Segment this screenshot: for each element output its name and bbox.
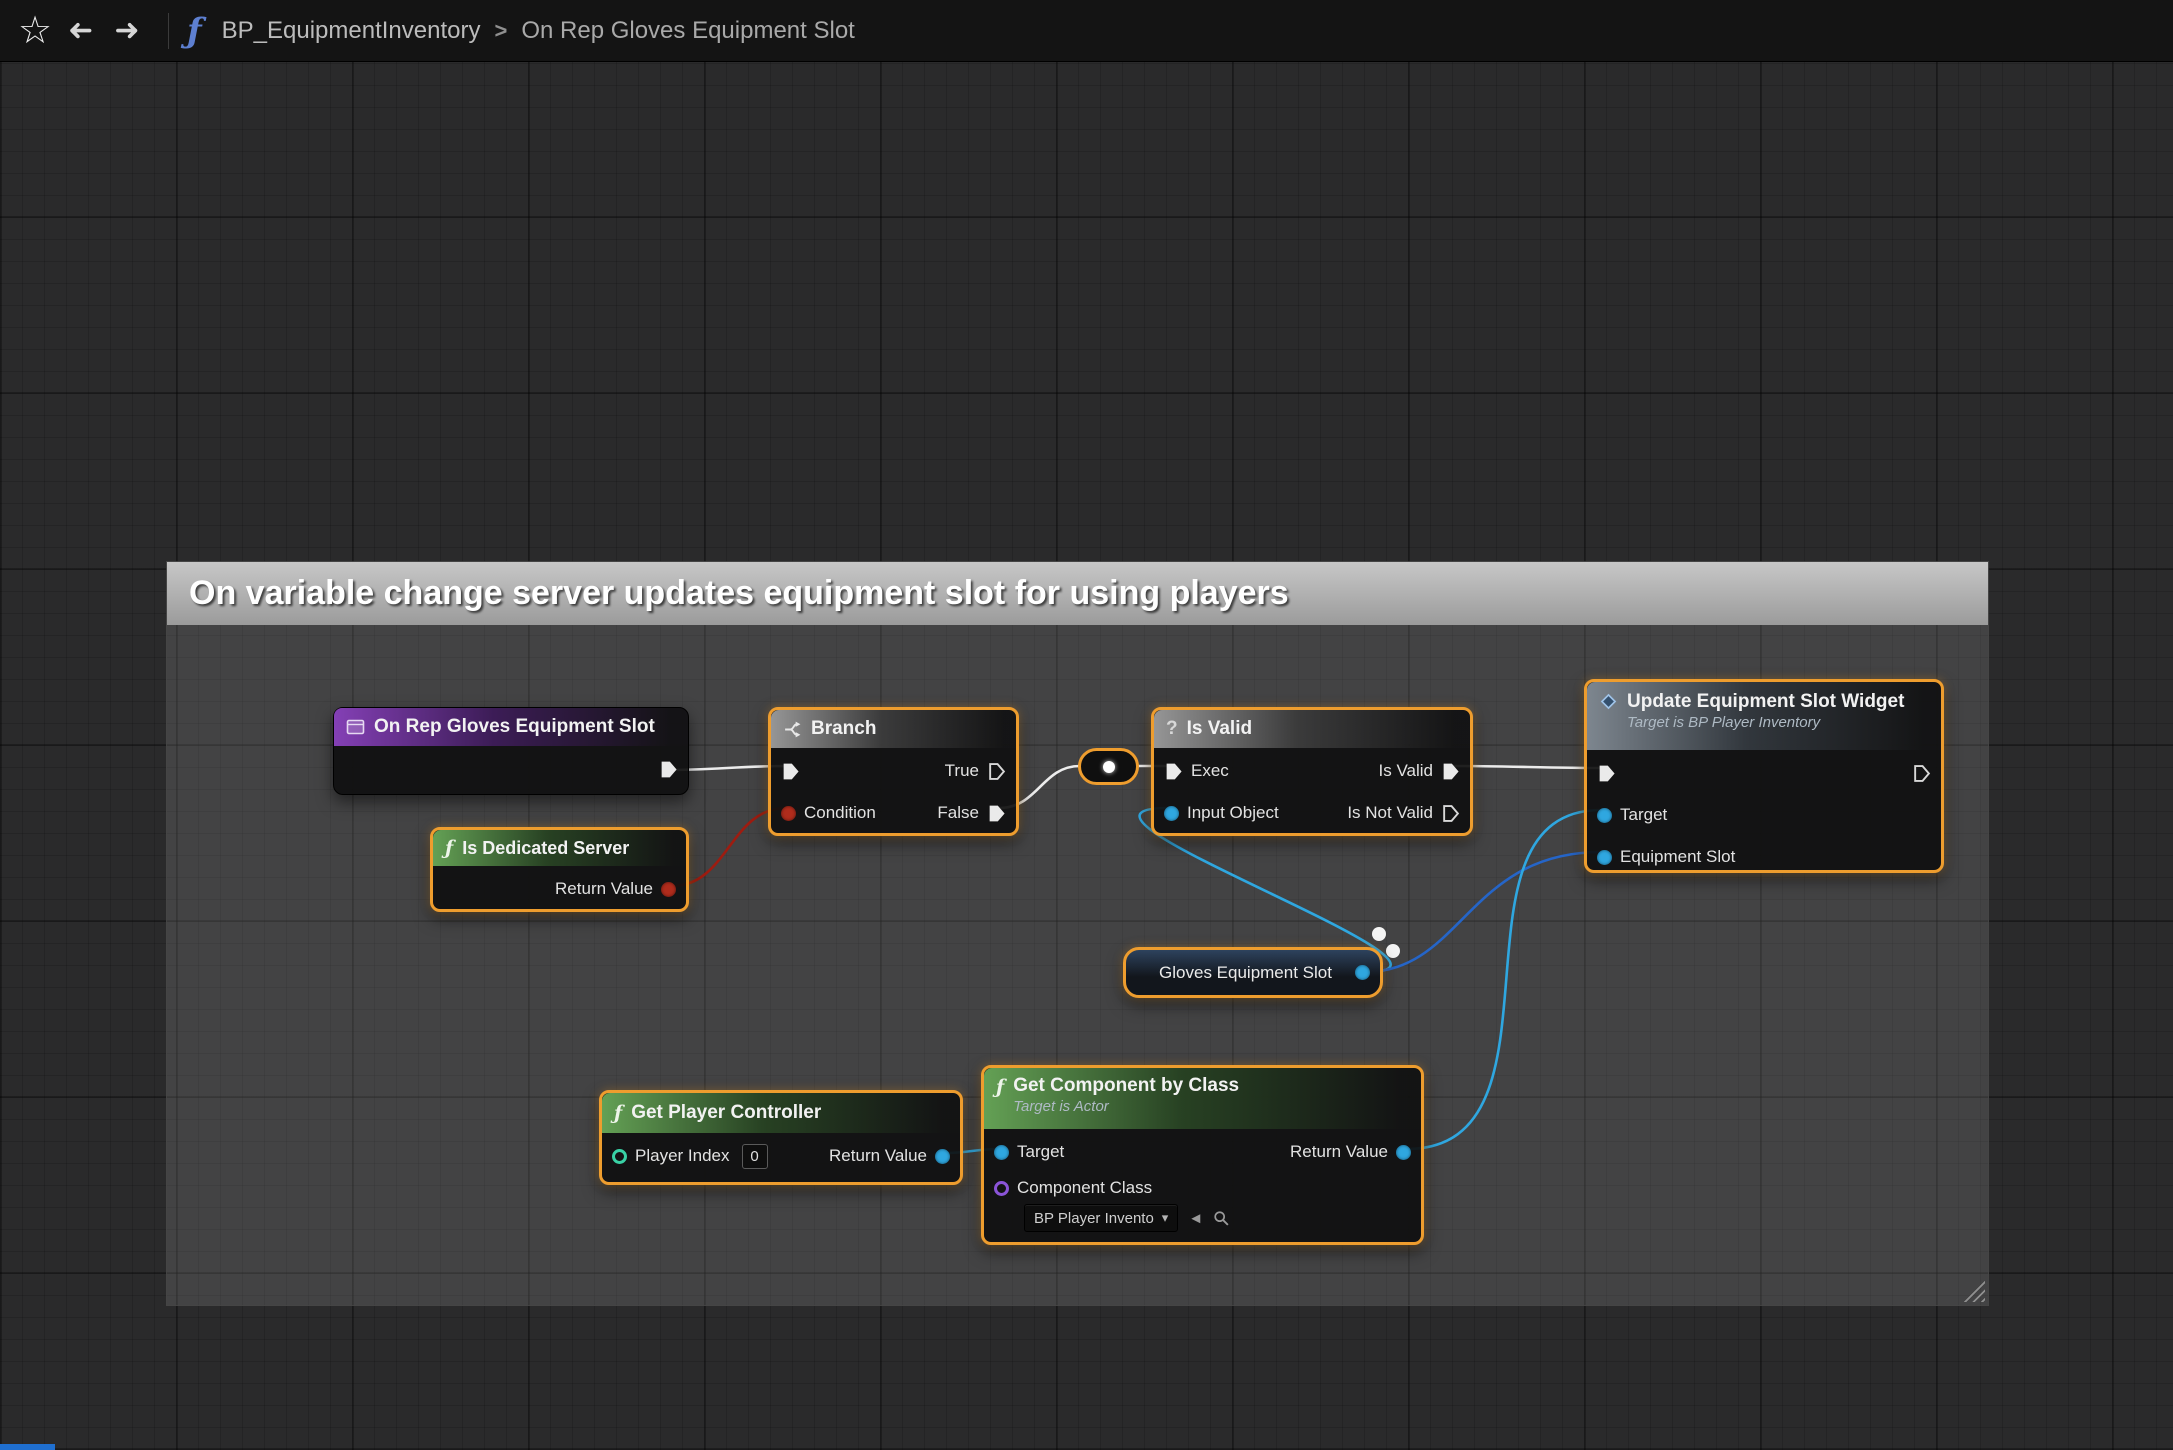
pin-label-false: False — [937, 803, 979, 823]
exec-in-pin[interactable] — [1597, 764, 1616, 783]
node-update-equipment-slot-widget[interactable]: Update Equipment Slot Widget Target is B… — [1584, 679, 1944, 873]
object-return-pin[interactable] — [1396, 1145, 1411, 1160]
toolbar: ☆ ➜ ➜ ƒ BP_EquipmentInventory > On Rep G… — [0, 0, 2173, 62]
node-title: Branch — [811, 718, 876, 740]
reroute-node[interactable] — [1078, 748, 1139, 785]
node-is-valid[interactable]: ? Is Valid Exec Is Valid — [1151, 707, 1473, 836]
component-class-value: BP Player Invento — [1034, 1210, 1154, 1227]
node-header: Update Equipment Slot Widget Target is B… — [1587, 682, 1941, 750]
node-title: Update Equipment Slot Widget — [1627, 690, 1904, 714]
chevron-down-icon: ▾ — [1162, 1210, 1169, 1226]
node-is-dedicated-server[interactable]: ƒ Is Dedicated Server Return Value — [430, 827, 689, 912]
pin-label-return-value: Return Value — [1290, 1142, 1388, 1162]
function-icon: ƒ — [996, 1076, 1004, 1098]
node-title: Get Component by Class — [1013, 1074, 1239, 1098]
node-header: ƒ Get Component by Class Target is Actor — [984, 1068, 1421, 1129]
reroute-pin[interactable] — [1103, 761, 1115, 773]
branch-icon — [783, 720, 802, 739]
node-title: Is Dedicated Server — [462, 838, 629, 859]
object-equipment-slot-pin[interactable] — [1597, 850, 1612, 865]
pin-label-condition: Condition — [804, 803, 876, 823]
pin-label-is-valid: Is Valid — [1379, 761, 1434, 781]
back-button[interactable]: ➜ — [58, 8, 104, 54]
node-header: Branch — [771, 710, 1016, 748]
exec-in-pin[interactable] — [1164, 762, 1183, 781]
favorite-button[interactable]: ☆ — [12, 8, 58, 54]
breadcrumb: BP_EquipmentInventory > On Rep Gloves Eq… — [222, 17, 855, 45]
pin-label-component-class: Component Class — [1017, 1178, 1152, 1198]
breadcrumb-chevron-icon: > — [494, 18, 507, 44]
node-subtitle: Target is BP Player Inventory — [1627, 714, 1904, 733]
class-component-class-pin[interactable] — [994, 1181, 1009, 1196]
event-icon — [346, 719, 365, 735]
pin-label-return-value: Return Value — [555, 879, 653, 899]
node-get-component-by-class[interactable]: ƒ Get Component by Class Target is Actor… — [981, 1065, 1424, 1245]
blueprint-editor-window: On variable change server updates equipm… — [0, 0, 2173, 1450]
node-title: Get Player Controller — [631, 1102, 821, 1124]
pin-label-exec: Exec — [1191, 761, 1229, 781]
int-player-index-pin[interactable] — [612, 1149, 627, 1164]
object-return-pin[interactable] — [935, 1149, 950, 1164]
node-branch[interactable]: Branch True Condition — [768, 707, 1019, 836]
node-header: On Rep Gloves Equipment Slot — [334, 708, 688, 746]
function-graph-icon: ƒ — [187, 14, 202, 48]
star-icon: ☆ — [18, 12, 52, 50]
player-index-input[interactable]: 0 — [742, 1144, 768, 1169]
comment-resize-handle[interactable] — [1963, 1280, 1985, 1302]
bool-return-pin[interactable] — [661, 882, 676, 897]
bottom-notification-bar — [0, 1444, 55, 1450]
node-get-player-controller[interactable]: ƒ Get Player Controller Player Index 0 R… — [599, 1090, 963, 1185]
toolbar-divider — [168, 13, 169, 49]
comment-title: On variable change server updates equipm… — [189, 574, 1289, 613]
node-header: ƒ Get Player Controller — [602, 1093, 960, 1133]
pin-label-true: True — [945, 761, 979, 781]
exec-isvalid-pin[interactable] — [1441, 762, 1460, 781]
comment-header[interactable]: On variable change server updates equipm… — [167, 562, 1988, 625]
component-class-dropdown[interactable]: BP Player Invento ▾ — [1024, 1204, 1178, 1232]
object-output-pin[interactable] — [1355, 965, 1370, 980]
pin-label-equipment-slot: Equipment Slot — [1620, 847, 1735, 867]
pin-label-target: Target — [1620, 805, 1667, 825]
exec-false-pin[interactable] — [987, 804, 1006, 823]
node-on-rep-gloves-equipment-slot[interactable]: On Rep Gloves Equipment Slot — [333, 707, 689, 795]
node-header: ? Is Valid — [1154, 710, 1470, 748]
bool-condition-pin[interactable] — [781, 806, 796, 821]
pin-label-target: Target — [1017, 1142, 1064, 1162]
pin-label-return-value: Return Value — [829, 1146, 927, 1166]
browse-asset-icon[interactable] — [1213, 1210, 1230, 1227]
exec-isnotvalid-pin[interactable] — [1441, 804, 1460, 823]
node-gloves-equipment-slot-getter[interactable]: Gloves Equipment Slot — [1123, 947, 1383, 998]
object-target-pin[interactable] — [994, 1145, 1009, 1160]
exec-true-pin[interactable] — [987, 762, 1006, 781]
object-input-pin[interactable] — [1164, 806, 1179, 821]
node-header: ƒ Is Dedicated Server — [433, 830, 686, 866]
question-icon: ? — [1166, 718, 1178, 740]
exec-out-pin[interactable] — [659, 760, 678, 779]
pin-label-is-not-valid: Is Not Valid — [1347, 803, 1433, 823]
object-target-pin[interactable] — [1597, 808, 1612, 823]
node-subtitle: Target is Actor — [1013, 1098, 1239, 1117]
widget-function-icon — [1599, 692, 1618, 711]
function-icon: ƒ — [445, 837, 453, 859]
exec-out-pin[interactable] — [1912, 764, 1931, 783]
forward-button[interactable]: ➜ — [104, 8, 150, 54]
forward-arrow-icon: ➜ — [114, 16, 139, 46]
exec-in-pin[interactable] — [781, 762, 800, 781]
node-title: Is Valid — [1187, 718, 1252, 740]
pin-label-player-index: Player Index — [635, 1146, 730, 1166]
function-icon: ƒ — [614, 1102, 622, 1124]
variable-name: Gloves Equipment Slot — [1126, 963, 1355, 983]
breadcrumb-blueprint[interactable]: BP_EquipmentInventory — [222, 17, 481, 45]
pin-label-input-object: Input Object — [1187, 803, 1279, 823]
back-arrow-icon: ➜ — [68, 16, 93, 46]
breadcrumb-page[interactable]: On Rep Gloves Equipment Slot — [521, 17, 855, 45]
node-title: On Rep Gloves Equipment Slot — [374, 716, 655, 738]
use-selected-asset-icon[interactable]: ◄ — [1188, 1210, 1203, 1227]
